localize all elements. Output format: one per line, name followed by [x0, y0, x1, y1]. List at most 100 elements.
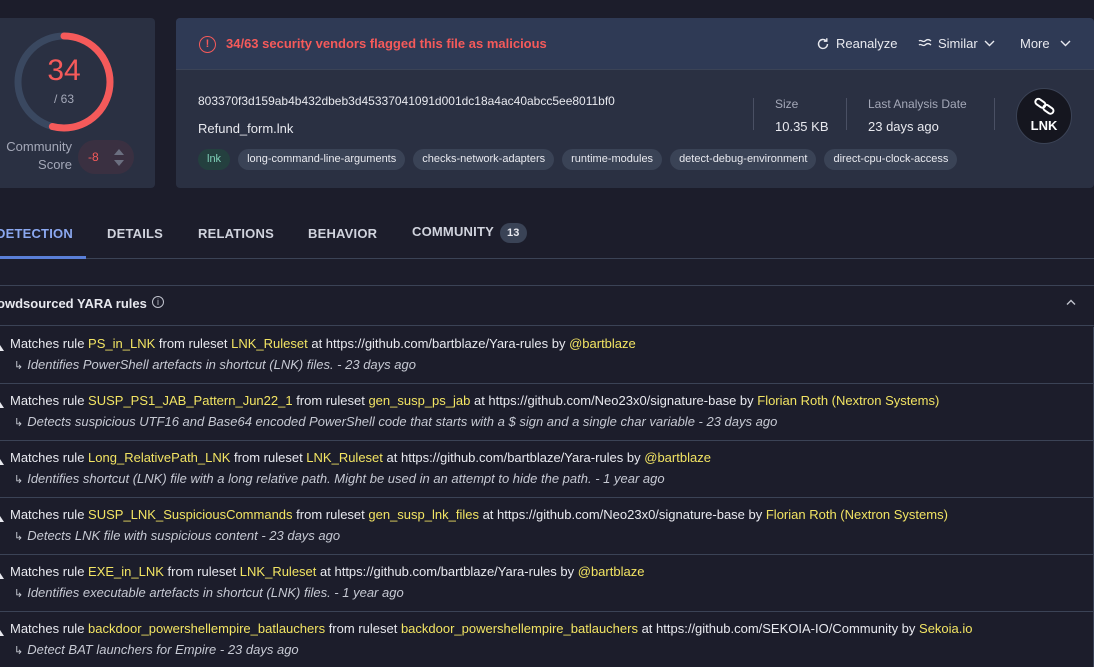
rule-prefix: Matches rule — [10, 564, 89, 579]
rule-match-line: Matches rule EXE_in_LNK from ruleset LNK… — [10, 564, 644, 579]
rule-name-link[interactable]: Long_RelativePath_LNK — [88, 450, 230, 465]
ruleset-link[interactable]: gen_susp_lnk_files — [368, 507, 479, 522]
rule-source-text: at https://github.com/Neo23x0/signature-… — [470, 393, 758, 408]
alert-icon: ! — [199, 36, 216, 53]
return-arrow-icon: ↳ — [14, 531, 24, 543]
chevron-up-icon[interactable] — [1066, 299, 1076, 306]
rule-name-link[interactable]: SUSP_LNK_SuspiciousCommands — [88, 507, 292, 522]
detection-score-card: 34 / 63 Community Score -8 — [0, 18, 155, 188]
community-score-value: -8 — [88, 150, 99, 164]
divider — [994, 98, 995, 130]
rule-source-text: at https://github.com/bartblaze/Yara-rul… — [382, 450, 645, 465]
tab-details[interactable]: DETAILS — [107, 226, 163, 241]
reanalyze-button[interactable]: Reanalyze — [816, 36, 897, 51]
rule-mid-text: from ruleset — [163, 564, 240, 579]
bullet-icon — [0, 573, 4, 579]
rule-source-text: at https://github.com/Neo23x0/signature-… — [478, 507, 766, 522]
community-score-control: -8 — [78, 140, 134, 174]
tab-relations[interactable]: RELATIONS — [198, 226, 274, 241]
rule-match-line: Matches rule Long_RelativePath_LNK from … — [10, 450, 711, 465]
rule-prefix: Matches rule — [10, 336, 89, 351]
more-label: More — [1020, 36, 1050, 51]
bullet-icon — [0, 630, 4, 636]
tag[interactable]: direct-cpu-clock-access — [824, 149, 958, 170]
tab-detection[interactable]: DETECTION — [0, 226, 73, 241]
similar-icon — [918, 38, 932, 46]
file-type-badge: LNK — [1016, 88, 1072, 144]
rule-description: ↳ Detect BAT launchers for Empire - 23 da… — [14, 642, 299, 657]
divider — [846, 98, 847, 130]
rule-description: ↳ Identifies shortcut (LNK) file with a l… — [14, 471, 665, 486]
section-header[interactable]: rowdsourced YARA rules i — [0, 286, 1094, 326]
more-button[interactable]: More — [1020, 36, 1071, 51]
rule-description-text: Detects suspicious UTF16 and Base64 enco… — [27, 414, 778, 429]
return-arrow-icon: ↳ — [14, 474, 24, 486]
tag-list: lnk long-command-line-arguments checks-n… — [198, 149, 958, 170]
rule-mid-text: from ruleset — [325, 621, 401, 636]
rule-description: ↳ Detects LNK file with suspicious conten… — [14, 528, 340, 543]
tab-community[interactable]: COMMUNITY 13 — [412, 223, 527, 243]
info-icon[interactable]: i — [152, 296, 164, 308]
divider — [753, 98, 754, 130]
rule-mid-text: from ruleset — [155, 336, 232, 351]
file-hash[interactable]: 803370f3d159ab4b432dbeb3d45337041091d001… — [198, 94, 615, 108]
bullet-icon — [0, 516, 4, 522]
tag[interactable]: long-command-line-arguments — [238, 149, 406, 170]
rule-source-text: at https://github.com/SEKOIA-IO/Communit… — [637, 621, 920, 636]
rule-description-text: Detect BAT launchers for Empire - 23 day… — [27, 642, 299, 657]
rule-author-link[interactable]: @bartblaze — [578, 564, 645, 579]
rule-name-link[interactable]: backdoor_powershellempire_batlauchers — [88, 621, 325, 636]
rule-author-link[interactable]: @bartblaze — [644, 450, 711, 465]
tag[interactable]: runtime-modules — [562, 149, 663, 170]
rule-name-link[interactable]: EXE_in_LNK — [88, 564, 164, 579]
yara-rules-section: rowdsourced YARA rules i Matches rule PS… — [0, 285, 1094, 667]
similar-button[interactable]: Similar — [918, 36, 995, 51]
rule-description: ↳ Detects suspicious UTF16 and Base64 enc… — [14, 414, 777, 429]
alert-bar: ! 34/63 security vendors flagged this fi… — [176, 18, 1094, 70]
rule-name-link[interactable]: PS_in_LNK — [88, 336, 155, 351]
size-label: Size — [775, 97, 799, 111]
rule-prefix: Matches rule — [10, 393, 89, 408]
detection-count: 34 — [47, 54, 81, 87]
rule-author-link[interactable]: Florian Roth (Nextron Systems) — [757, 393, 939, 408]
tag[interactable]: checks-network-adapters — [413, 149, 555, 170]
ruleset-link[interactable]: backdoor_powershellempire_batlauchers — [401, 621, 638, 636]
rule-description: ↳ Identifies PowerShell artefacts in shor… — [14, 357, 416, 372]
rule-author-link[interactable]: @bartblaze — [569, 336, 636, 351]
detection-total: / 63 — [53, 92, 74, 106]
ruleset-link[interactable]: LNK_Ruleset — [240, 564, 317, 579]
vote-down-icon[interactable] — [114, 160, 124, 166]
rule-mid-text: from ruleset — [292, 507, 369, 522]
yara-rule-row: Matches rule SUSP_LNK_SuspiciousCommands… — [0, 498, 1094, 555]
return-arrow-icon: ↳ — [14, 645, 24, 657]
yara-rule-row: Matches rule EXE_in_LNK from ruleset LNK… — [0, 555, 1094, 612]
rule-match-line: Matches rule SUSP_LNK_SuspiciousCommands… — [10, 507, 948, 522]
size-value: 10.35 KB — [775, 119, 829, 134]
tab-behavior[interactable]: BEHAVIOR — [308, 226, 377, 241]
return-arrow-icon: ↳ — [14, 417, 24, 429]
rule-match-line: Matches rule backdoor_powershellempire_b… — [10, 621, 973, 636]
yara-rule-row: Matches rule PS_in_LNK from ruleset LNK_… — [0, 327, 1094, 384]
rule-prefix: Matches rule — [10, 450, 89, 465]
rule-prefix: Matches rule — [10, 621, 89, 636]
rule-description-text: Detects LNK file with suspicious content… — [27, 528, 341, 543]
tag[interactable]: lnk — [198, 149, 231, 170]
vote-up-icon[interactable] — [114, 149, 124, 155]
rule-name-link[interactable]: SUSP_PS1_JAB_Pattern_Jun22_1 — [88, 393, 293, 408]
rule-author-link[interactable]: Florian Roth (Nextron Systems) — [766, 507, 948, 522]
file-type-label: LNK — [1030, 118, 1058, 133]
rule-source-text: at https://github.com/bartblaze/Yara-rul… — [316, 564, 578, 579]
tag[interactable]: detect-debug-environment — [670, 149, 817, 170]
yara-rule-row: Matches rule SUSP_PS1_JAB_Pattern_Jun22_… — [0, 384, 1094, 441]
bullet-icon — [0, 345, 4, 351]
rule-description-text: Identifies shortcut (LNK) file with a lo… — [27, 471, 665, 486]
ruleset-link[interactable]: LNK_Ruleset — [306, 450, 383, 465]
rule-mid-text: from ruleset — [292, 393, 369, 408]
rule-author-link[interactable]: Sekoia.io — [919, 621, 972, 636]
yara-rule-list: Matches rule PS_in_LNK from ruleset LNK_… — [0, 327, 1094, 667]
similar-label: Similar — [938, 36, 978, 51]
ruleset-link[interactable]: LNK_Ruleset — [231, 336, 308, 351]
ruleset-link[interactable]: gen_susp_ps_jab — [368, 393, 470, 408]
last-analysis-label: Last Analysis Date — [868, 97, 967, 111]
file-info-card: ! 34/63 security vendors flagged this fi… — [176, 18, 1094, 188]
